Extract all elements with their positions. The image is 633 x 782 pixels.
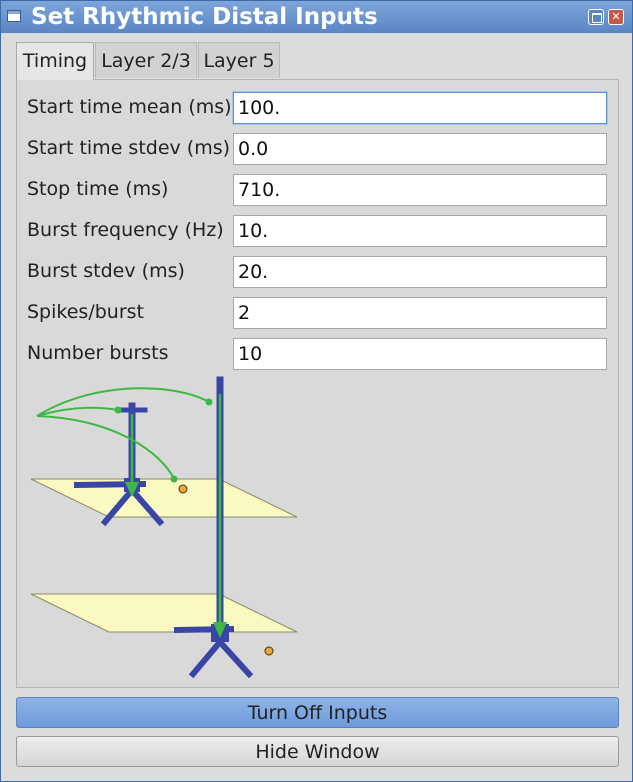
window-icon bbox=[7, 10, 21, 22]
burst-stdev-row: Burst stdev (ms) bbox=[17, 256, 618, 290]
layer-5-plane bbox=[30, 593, 298, 633]
burst-stdev-label: Burst stdev (ms) bbox=[27, 260, 185, 282]
burst-frequency-input[interactable] bbox=[233, 215, 607, 247]
number-bursts-row: Number bursts bbox=[17, 338, 618, 372]
turn-off-inputs-button[interactable]: Turn Off Inputs bbox=[16, 697, 619, 728]
tab-timing[interactable]: Timing bbox=[16, 42, 94, 80]
title-bar[interactable]: Set Rhythmic Distal Inputs ✕ bbox=[1, 1, 632, 33]
synapse-dot bbox=[114, 406, 122, 414]
distal-input-axons bbox=[36, 387, 210, 480]
dialog-window: Set Rhythmic Distal Inputs ✕ Timing Laye… bbox=[0, 0, 633, 782]
tab-layer-2-3[interactable]: Layer 2/3 bbox=[95, 42, 197, 78]
start-mean-input[interactable] bbox=[233, 92, 607, 124]
tab-layer-5[interactable]: Layer 5 bbox=[198, 42, 280, 78]
soma-marker-icon bbox=[178, 484, 188, 494]
synapse-dot bbox=[170, 475, 178, 483]
start-stdev-input[interactable] bbox=[233, 133, 607, 165]
start-mean-label: Start time mean (ms) bbox=[27, 96, 232, 118]
spikes-burst-label: Spikes/burst bbox=[27, 301, 144, 323]
layer-2-3-plane bbox=[30, 478, 298, 518]
burst-frequency-label: Burst frequency (Hz) bbox=[27, 219, 224, 241]
spikes-burst-input[interactable] bbox=[233, 297, 607, 329]
synapse-dot bbox=[205, 398, 213, 406]
start-stdev-row: Start time stdev (ms) bbox=[17, 133, 618, 167]
soma-marker-icon bbox=[264, 646, 274, 656]
window-title: Set Rhythmic Distal Inputs bbox=[31, 4, 378, 30]
start-mean-row: Start time mean (ms) bbox=[17, 92, 618, 126]
burst-frequency-row: Burst frequency (Hz) bbox=[17, 215, 618, 249]
distal-input-diagram bbox=[30, 376, 298, 679]
start-stdev-label: Start time stdev (ms) bbox=[27, 137, 231, 159]
number-bursts-input[interactable] bbox=[233, 338, 607, 370]
burst-stdev-input[interactable] bbox=[233, 256, 607, 288]
stop-time-row: Stop time (ms) bbox=[17, 174, 618, 208]
timing-panel: Start time mean (ms) Start time stdev (m… bbox=[16, 79, 619, 688]
stop-time-label: Stop time (ms) bbox=[27, 178, 169, 200]
maximize-icon[interactable] bbox=[588, 9, 604, 25]
number-bursts-label: Number bursts bbox=[27, 342, 169, 364]
spikes-burst-row: Spikes/burst bbox=[17, 297, 618, 331]
hide-window-button[interactable]: Hide Window bbox=[16, 736, 619, 767]
stop-time-input[interactable] bbox=[233, 174, 607, 206]
close-icon[interactable]: ✕ bbox=[608, 9, 624, 25]
